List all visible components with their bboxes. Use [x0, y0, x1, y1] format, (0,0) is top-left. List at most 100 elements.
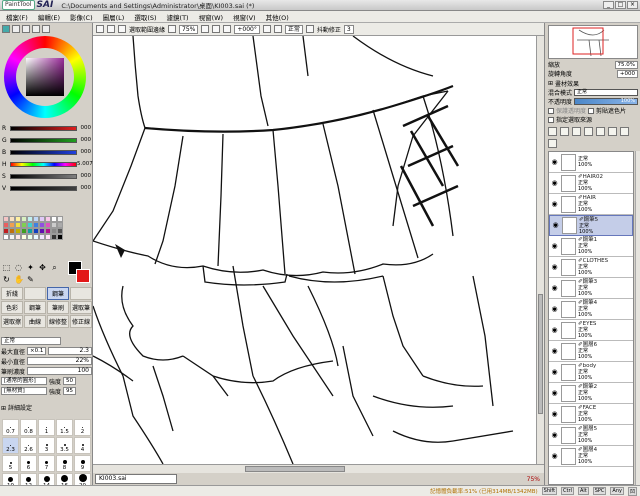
- paper-texture-select[interactable]: [無材質]: [1, 387, 47, 395]
- layer-visibility-icon[interactable]: ◉: [550, 305, 559, 314]
- brush-size-preset[interactable]: 4: [74, 437, 91, 454]
- color-slider-track[interactable]: [10, 173, 77, 179]
- layer-row[interactable]: ◉ ✐圖層4 正常 100%: [549, 446, 633, 467]
- show-select-checkbox[interactable]: [118, 25, 126, 33]
- layer-row[interactable]: ◉ ✐鋼筆2 正常 100%: [549, 383, 633, 404]
- layer-row[interactable]: ◉ ✐鋼筆4 正常 100%: [549, 299, 633, 320]
- layer-row[interactable]: ◉ ✐body 正常 100%: [549, 362, 633, 383]
- color-slider[interactable]: S 000: [2, 170, 91, 182]
- layer-visibility-icon[interactable]: ◉: [550, 158, 559, 167]
- rotate-right-icon[interactable]: [223, 25, 232, 33]
- new-linework-layer-icon[interactable]: [560, 127, 569, 136]
- color-slider-track[interactable]: [10, 125, 77, 131]
- color-slider-track[interactable]: [10, 149, 77, 155]
- brush-size-preset[interactable]: 2.6: [20, 437, 37, 454]
- min-size-value[interactable]: 22%: [27, 357, 92, 365]
- layer-row[interactable]: ◉ ✐HAIR 正常 100%: [549, 194, 633, 215]
- copy-layer-icon[interactable]: [584, 127, 593, 136]
- layer-row[interactable]: ◉ ✐鋼筆3 正常 100%: [549, 278, 633, 299]
- zoom-icon[interactable]: ⌕: [50, 263, 59, 272]
- layer-visibility-icon[interactable]: ◉: [550, 389, 559, 398]
- nav-rotate-value[interactable]: +000: [616, 69, 638, 78]
- rgb-slider-mode-icon[interactable]: [12, 25, 20, 33]
- color-slider[interactable]: V 000: [2, 182, 91, 194]
- fg-bg-colors[interactable]: [68, 261, 90, 283]
- move-layer-icon[interactable]: [548, 139, 557, 148]
- layer-visibility-icon[interactable]: ◉: [550, 326, 559, 335]
- brush-texture-strength[interactable]: 50: [63, 377, 77, 385]
- nav-zoom-value[interactable]: 75.0%: [614, 60, 638, 69]
- layer-visibility-icon[interactable]: ◉: [550, 284, 559, 293]
- tool-blend-select[interactable]: 正常: [1, 337, 61, 345]
- brush-size-preset[interactable]: 2: [74, 419, 91, 436]
- select-source-checkbox[interactable]: [548, 116, 554, 123]
- reset-rotate-icon[interactable]: [262, 25, 271, 33]
- brush-size-preset[interactable]: 9: [74, 455, 91, 472]
- canvas-vertical-scrollbar[interactable]: [536, 36, 544, 464]
- flip-view-icon[interactable]: [273, 25, 282, 33]
- clear-layer-icon[interactable]: [620, 127, 629, 136]
- layer-row[interactable]: ◉ ✐HAIR02 正常 100%: [549, 173, 633, 194]
- menu-item[interactable]: 檔案(F): [6, 12, 28, 22]
- menu-item[interactable]: 編輯(E): [38, 12, 60, 22]
- brush-texture-select[interactable]: [通常的圓形]: [1, 377, 47, 385]
- rotate-left-icon[interactable]: [212, 25, 221, 33]
- brush-size-preset[interactable]: 1: [38, 419, 55, 436]
- layer-visibility-icon[interactable]: ◉: [550, 431, 559, 440]
- preserve-opacity-checkbox[interactable]: [548, 107, 554, 114]
- color-slider-track[interactable]: [10, 185, 77, 191]
- brush-tool-slot[interactable]: [70, 287, 92, 300]
- invert-select-icon[interactable]: [107, 25, 115, 33]
- color-wheel[interactable]: [4, 36, 86, 118]
- move-icon[interactable]: ✥: [38, 263, 47, 272]
- layer-row[interactable]: ◉ ✐圖層5 正常 100%: [549, 425, 633, 446]
- layer-visibility-icon[interactable]: ◉: [550, 368, 559, 377]
- color-slider-track[interactable]: [10, 161, 77, 167]
- brush-tool-slot[interactable]: 折綫: [1, 287, 23, 300]
- layer-visibility-icon[interactable]: ◉: [550, 347, 559, 356]
- layer-row[interactable]: ◉ ✐CLOTHES 正常 100%: [549, 257, 633, 278]
- effects-row[interactable]: ⊞ 畫材效果: [548, 79, 638, 88]
- drawing-canvas[interactable]: [93, 36, 544, 464]
- close-button[interactable]: ×: [627, 1, 638, 9]
- layer-row[interactable]: ◉ ✐FACE 正常 100%: [549, 404, 633, 425]
- clipping-checkbox[interactable]: [588, 107, 595, 114]
- density-value[interactable]: 100: [27, 367, 92, 375]
- brush-tool-slot[interactable]: 曲線: [24, 315, 46, 328]
- menu-item[interactable]: 圖層(L): [103, 12, 125, 22]
- menu-item[interactable]: 濾鏡(T): [167, 12, 189, 22]
- layer-row[interactable]: ◉ ✐鋼筆5 正常 100%: [549, 215, 633, 236]
- brush-tool-slot[interactable]: 鋼筆: [24, 301, 46, 314]
- menu-item[interactable]: 其他(O): [266, 12, 289, 22]
- layer-row[interactable]: ◉ ✐圖層6 正常 100%: [549, 341, 633, 362]
- brush-size-preset[interactable]: 0.8: [20, 419, 37, 436]
- color-wheel-mode-icon[interactable]: [2, 25, 10, 33]
- color-slider[interactable]: B 000: [2, 146, 91, 158]
- color-slider[interactable]: H 5.007: [2, 158, 93, 170]
- zoom-in-icon[interactable]: [201, 25, 210, 33]
- brush-size-preset[interactable]: 3.5: [56, 437, 73, 454]
- layer-row[interactable]: ◉ 正常 100%: [549, 152, 633, 173]
- layer-visibility-icon[interactable]: ◉: [550, 200, 559, 209]
- canvas-horizontal-scrollbar[interactable]: [93, 464, 544, 473]
- brush-tool-slot[interactable]: [24, 287, 46, 300]
- layer-row[interactable]: ◉ ✐鋼筆1 正常 100%: [549, 236, 633, 257]
- vertical-scroll-thumb[interactable]: [538, 294, 543, 414]
- blend-mode-field[interactable]: 正常: [284, 24, 303, 34]
- brush-size-preset[interactable]: 6: [20, 455, 37, 472]
- brush-size-preset[interactable]: 1.5: [56, 419, 73, 436]
- color-swatch[interactable]: [57, 234, 63, 240]
- brush-tool-slot[interactable]: 選取筆: [70, 301, 92, 314]
- menu-item[interactable]: 選取(S): [134, 12, 156, 22]
- document-tab[interactable]: KI003.sai: [95, 474, 177, 484]
- opacity-slider[interactable]: 100%: [574, 98, 638, 105]
- brush-tool-slot[interactable]: 線修整: [47, 315, 69, 328]
- rotation-field[interactable]: +000°: [234, 24, 260, 34]
- swatch-mode-icon[interactable]: [32, 25, 40, 33]
- brush-size-preset[interactable]: 8: [56, 455, 73, 472]
- layer-visibility-icon[interactable]: ◉: [550, 242, 559, 251]
- scratchpad-mode-icon[interactable]: [42, 25, 50, 33]
- detail-settings-toggle[interactable]: ⊞ 詳細設定: [1, 403, 92, 412]
- rotate-icon[interactable]: ↻: [2, 275, 11, 284]
- layer-list-scrollbar[interactable]: [635, 151, 640, 485]
